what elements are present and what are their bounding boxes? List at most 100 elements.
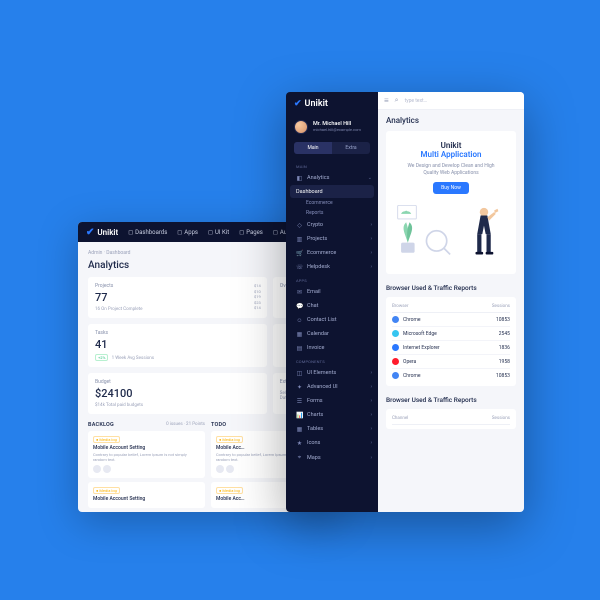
- card-sub: 16 On Project Complete: [95, 307, 260, 312]
- chevron-down-icon: ⌄: [368, 175, 372, 181]
- table-row: Chrome 10853: [392, 313, 510, 327]
- th-browser: Browser: [392, 304, 408, 309]
- sidebar-item-analytics[interactable]: ◧Analytics⌄: [286, 171, 378, 185]
- hero-desc: We Design and Develop Clean and High Qua…: [396, 163, 506, 176]
- brand-logo: ✔ Unikit: [286, 92, 378, 116]
- th-channel: Channel: [392, 416, 408, 421]
- th-sessions: Sessions: [492, 304, 510, 309]
- charts-icon: 📊: [296, 412, 303, 419]
- section-main: MAIN: [286, 160, 378, 171]
- nav-pages[interactable]: ◻ Pages: [239, 229, 263, 236]
- tag-badge: ● Media log: [93, 436, 120, 443]
- chat-icon: 💬: [296, 303, 303, 310]
- invoice-icon: ▤: [296, 345, 303, 352]
- search-icon[interactable]: ⌕: [395, 96, 399, 105]
- crypto-icon: ◇: [296, 222, 303, 229]
- ie-icon: [392, 344, 399, 351]
- main-panel: ≡ ⌕ type text… Analytics Unikit Multi Ap…: [378, 92, 524, 512]
- card-budget: Budget $24100 $14k Total paid budgets: [88, 373, 267, 414]
- maps-icon: ⌖: [296, 454, 303, 462]
- browser-report-title: Browser Used & Traffic Reports: [386, 284, 516, 292]
- sidebar-item-helpdesk[interactable]: ☏Helpdesk›: [286, 260, 378, 274]
- card-projects: Projects 77 16 On Project Complete $14 $…: [88, 277, 267, 318]
- advanced-icon: ✦: [296, 384, 303, 391]
- sidebar-item-charts[interactable]: 📊Charts›: [286, 408, 378, 422]
- sidebar-item-ecommerce[interactable]: 🛒Ecommerce›: [286, 246, 378, 260]
- delta-chip: +2%: [95, 354, 108, 361]
- user-email: michael.hill@example.com: [313, 128, 361, 133]
- sidebar-tabs: Main Extra: [294, 142, 370, 154]
- user-block[interactable]: Mr. Michael Hill michael.hill@example.co…: [286, 116, 378, 142]
- menu-icon[interactable]: ≡: [384, 96, 389, 105]
- hero-card: Unikit Multi Application We Design and D…: [386, 131, 516, 274]
- sidebar-item-dashboard[interactable]: Dashboard: [290, 185, 374, 198]
- sidebar-sub-ecommerce[interactable]: Ecommerce: [286, 198, 378, 208]
- sidebar-tab-main[interactable]: Main: [294, 142, 332, 154]
- brand-logo: ✔ Unikit: [86, 227, 118, 238]
- sidebar-item-chat[interactable]: 💬Chat: [286, 299, 378, 313]
- search-input[interactable]: type text…: [405, 98, 427, 104]
- section-components: COMPONENTS: [286, 355, 378, 366]
- analytics-icon: ◧: [296, 175, 303, 182]
- section-apps: APPS: [286, 274, 378, 285]
- calendar-icon: ▦: [296, 331, 303, 338]
- sidebar-item-forms[interactable]: ☰Forms›: [286, 394, 378, 408]
- kanban-card[interactable]: ● Media log Mobile Account Setting Contr…: [88, 431, 205, 478]
- sidebar-item-icons[interactable]: ★Icons›: [286, 436, 378, 450]
- edge-icon: [392, 330, 399, 337]
- page-title: Analytics: [386, 116, 516, 125]
- help-icon: ☏: [296, 264, 303, 271]
- nav-dashboards[interactable]: ◻ Dashboards: [128, 229, 167, 236]
- sidebar-sub-reports[interactable]: Reports: [286, 208, 378, 218]
- ui-icon: ◫: [296, 370, 303, 377]
- sidebar-item-calendar[interactable]: ▦Calendar: [286, 327, 378, 341]
- dashboard-window-front: ✔ Unikit Mr. Michael Hill michael.hill@e…: [286, 92, 524, 512]
- nav-uikit[interactable]: ◻ UI Kit: [208, 229, 229, 236]
- channel-table: Channel Sessions: [386, 409, 516, 429]
- sidebar-item-contacts[interactable]: ☺Contact List: [286, 313, 378, 327]
- sidebar: ✔ Unikit Mr. Michael Hill michael.hill@e…: [286, 92, 378, 512]
- table-row: Internet Explorer 1836: [392, 341, 510, 355]
- tag-badge: ● Media log: [93, 487, 120, 494]
- sidebar-item-advanced[interactable]: ✦Advanced UI›: [286, 380, 378, 394]
- sidebar-item-tables[interactable]: ▦Tables›: [286, 422, 378, 436]
- hero-illustration: [396, 202, 506, 266]
- card-tasks: Tasks 41 +2% 1 Week Avg Sessions: [88, 324, 267, 367]
- topbar: ≡ ⌕ type text…: [378, 92, 524, 110]
- sidebar-item-crypto[interactable]: ◇Crypto›: [286, 218, 378, 232]
- check-icon: ✔: [294, 99, 302, 109]
- cart-icon: 🛒: [296, 250, 303, 257]
- sidebar-item-email[interactable]: ✉Email: [286, 285, 378, 299]
- forms-icon: ☰: [296, 398, 303, 405]
- browser-table: Browser Sessions Chrome 10853 Microsoft …: [386, 297, 516, 386]
- sidebar-item-projects[interactable]: ▥Projects›: [286, 232, 378, 246]
- chrome-icon: [392, 372, 399, 379]
- buy-now-button[interactable]: Buy Now: [433, 182, 469, 194]
- th-sessions2: Sessions: [492, 416, 510, 421]
- brand-text: Unikit: [97, 228, 118, 237]
- icons-icon: ★: [296, 440, 303, 447]
- user-icon: ☺: [296, 317, 303, 324]
- tables-icon: ▦: [296, 426, 303, 433]
- email-icon: ✉: [296, 289, 303, 296]
- kanban-card[interactable]: ● Media log Mobile Account Setting: [88, 482, 205, 508]
- nav-apps[interactable]: ◻ Apps: [177, 229, 198, 236]
- chrome-icon: [392, 316, 399, 323]
- table-row: Microsoft Edge 2545: [392, 327, 510, 341]
- sidebar-item-maps[interactable]: ⌖Maps›: [286, 450, 378, 465]
- hero-title: Unikit: [396, 141, 506, 150]
- card-value: 77: [95, 291, 260, 304]
- kanban-backlog: BACKLOG 0 issues · 21 Points ● Media log…: [88, 422, 205, 512]
- mini-metrics: $14 $10 $19 $23 $14: [254, 283, 261, 311]
- opera-icon: [392, 358, 399, 365]
- sidebar-item-ui[interactable]: ◫UI Elements›: [286, 366, 378, 380]
- card-label: Projects: [95, 283, 260, 289]
- back-nav: ◻ Dashboards ◻ Apps ◻ UI Kit ◻ Pages ◻ A…: [128, 229, 303, 236]
- check-icon: ✔: [86, 227, 94, 238]
- sidebar-item-invoice[interactable]: ▤Invoice: [286, 341, 378, 355]
- avatar: [294, 120, 308, 134]
- sidebar-tab-extra[interactable]: Extra: [332, 142, 370, 154]
- projects-icon: ▥: [296, 236, 303, 243]
- hero-subtitle: Multi Application: [396, 150, 506, 159]
- table-row: Chrome 10853: [392, 369, 510, 382]
